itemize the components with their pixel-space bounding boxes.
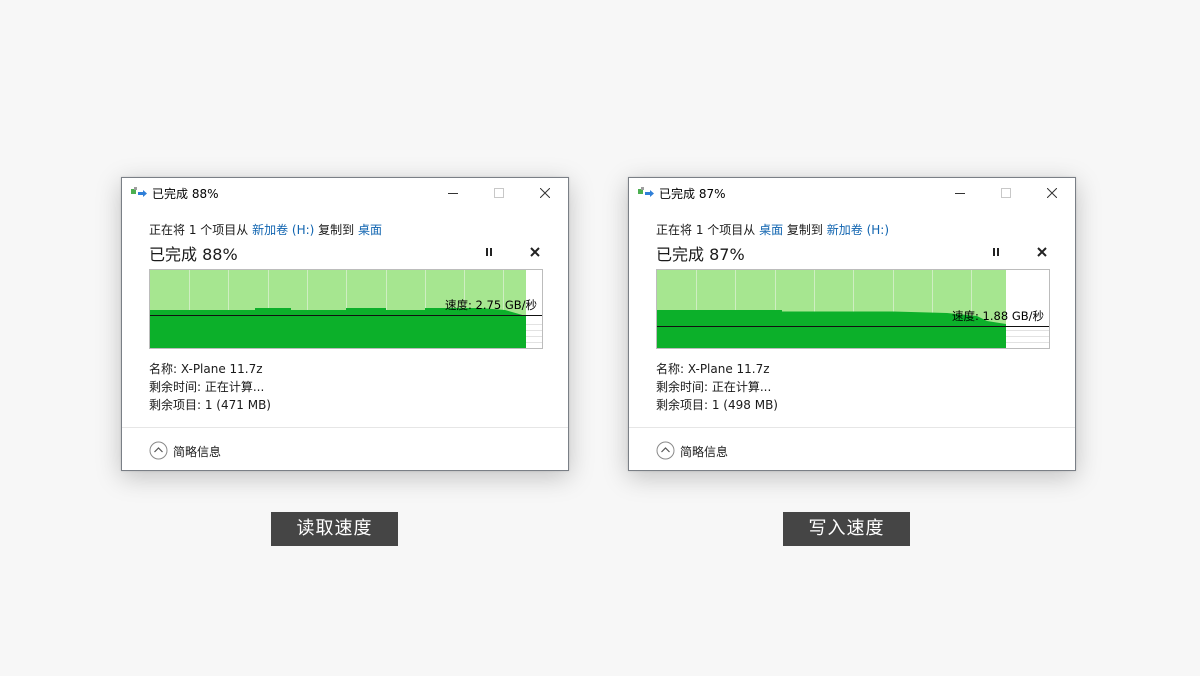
copy-middle: 复制到: [783, 223, 827, 237]
items-label: 剩余项目:: [656, 398, 712, 412]
time-value: 正在计算...: [204, 380, 265, 394]
items-value: 1 (471 MB): [204, 398, 271, 412]
close-icon: [540, 188, 550, 198]
name-value: X-Plane 11.7z: [180, 362, 263, 376]
copy-files-icon: [131, 187, 147, 197]
pause-icon[interactable]: [483, 246, 495, 258]
chevron-up-circle-icon: [656, 441, 675, 460]
items-remaining-row: 剩余项目: 1 (498 MB): [656, 396, 778, 413]
details-label: 简略信息: [173, 445, 222, 459]
minimize-icon: [448, 193, 458, 194]
title-bar[interactable]: 已完成 88%: [122, 178, 568, 208]
time-value: 正在计算...: [711, 380, 772, 394]
time-remaining-row: 剩余时间: 正在计算...: [149, 378, 264, 395]
time-remaining-row: 剩余时间: 正在计算...: [656, 378, 771, 395]
caption-write-speed: 写入速度: [783, 512, 910, 546]
time-label: 剩余时间:: [656, 380, 712, 394]
divider: [629, 427, 1075, 428]
source-link[interactable]: 桌面: [759, 223, 783, 237]
speed-graph: 速度: 1.88 GB/秒: [656, 269, 1050, 349]
copy-prefix: 正在将 1 个项目从: [656, 223, 760, 237]
speed-graph: 速度: 2.75 GB/秒: [149, 269, 543, 349]
caption-read-speed: 读取速度: [271, 512, 398, 546]
minimize-button[interactable]: [430, 178, 476, 208]
window-title: 已完成 87%: [659, 187, 726, 201]
name-label: 名称:: [149, 362, 181, 376]
speed-label: 速度: 1.88 GB/秒: [952, 309, 1044, 323]
speed-area: [150, 308, 526, 348]
source-link[interactable]: 新加卷 (H:): [252, 223, 314, 237]
cancel-icon[interactable]: [1035, 245, 1049, 259]
pause-icon[interactable]: [990, 246, 1002, 258]
maximize-icon: [494, 188, 504, 198]
copy-files-icon: [638, 187, 654, 197]
copy-prefix: 正在将 1 个项目从: [149, 223, 253, 237]
window-title: 已完成 88%: [152, 187, 219, 201]
close-button[interactable]: [522, 178, 568, 208]
copy-dialog-write: 已完成 87% 正在将 1 个项目从 桌面 复制到 新加卷 (H:) 已完成 8…: [628, 177, 1076, 471]
chevron-up-circle-icon: [149, 441, 168, 460]
minimize-button[interactable]: [937, 178, 983, 208]
cancel-icon[interactable]: [528, 245, 542, 259]
speed-label: 速度: 2.75 GB/秒: [445, 298, 537, 312]
time-label: 剩余时间:: [149, 380, 205, 394]
minimize-icon: [955, 193, 965, 194]
copy-middle: 复制到: [314, 223, 358, 237]
maximize-button[interactable]: [476, 178, 522, 208]
copy-dialog-read: 已完成 88% 正在将 1 个项目从 新加卷 (H:) 复制到 桌面 已完成 8…: [121, 177, 569, 471]
maximize-icon: [1001, 188, 1011, 198]
maximize-button[interactable]: [983, 178, 1029, 208]
close-icon: [1047, 188, 1057, 198]
items-remaining-row: 剩余项目: 1 (471 MB): [149, 396, 271, 413]
copy-description: 正在将 1 个项目从 新加卷 (H:) 复制到 桌面: [149, 221, 382, 238]
details-label: 简略信息: [680, 445, 729, 459]
divider: [122, 427, 568, 428]
close-button[interactable]: [1029, 178, 1075, 208]
file-name-row: 名称: X-Plane 11.7z: [149, 360, 263, 377]
items-value: 1 (498 MB): [711, 398, 778, 412]
progress-title: 已完成 88%: [149, 245, 238, 264]
name-label: 名称:: [656, 362, 688, 376]
progress-title: 已完成 87%: [656, 245, 745, 264]
items-label: 剩余项目:: [149, 398, 205, 412]
destination-link[interactable]: 新加卷 (H:): [827, 223, 889, 237]
name-value: X-Plane 11.7z: [687, 362, 770, 376]
file-name-row: 名称: X-Plane 11.7z: [656, 360, 770, 377]
copy-description: 正在将 1 个项目从 桌面 复制到 新加卷 (H:): [656, 221, 889, 238]
title-bar[interactable]: 已完成 87%: [629, 178, 1075, 208]
destination-link[interactable]: 桌面: [358, 223, 382, 237]
